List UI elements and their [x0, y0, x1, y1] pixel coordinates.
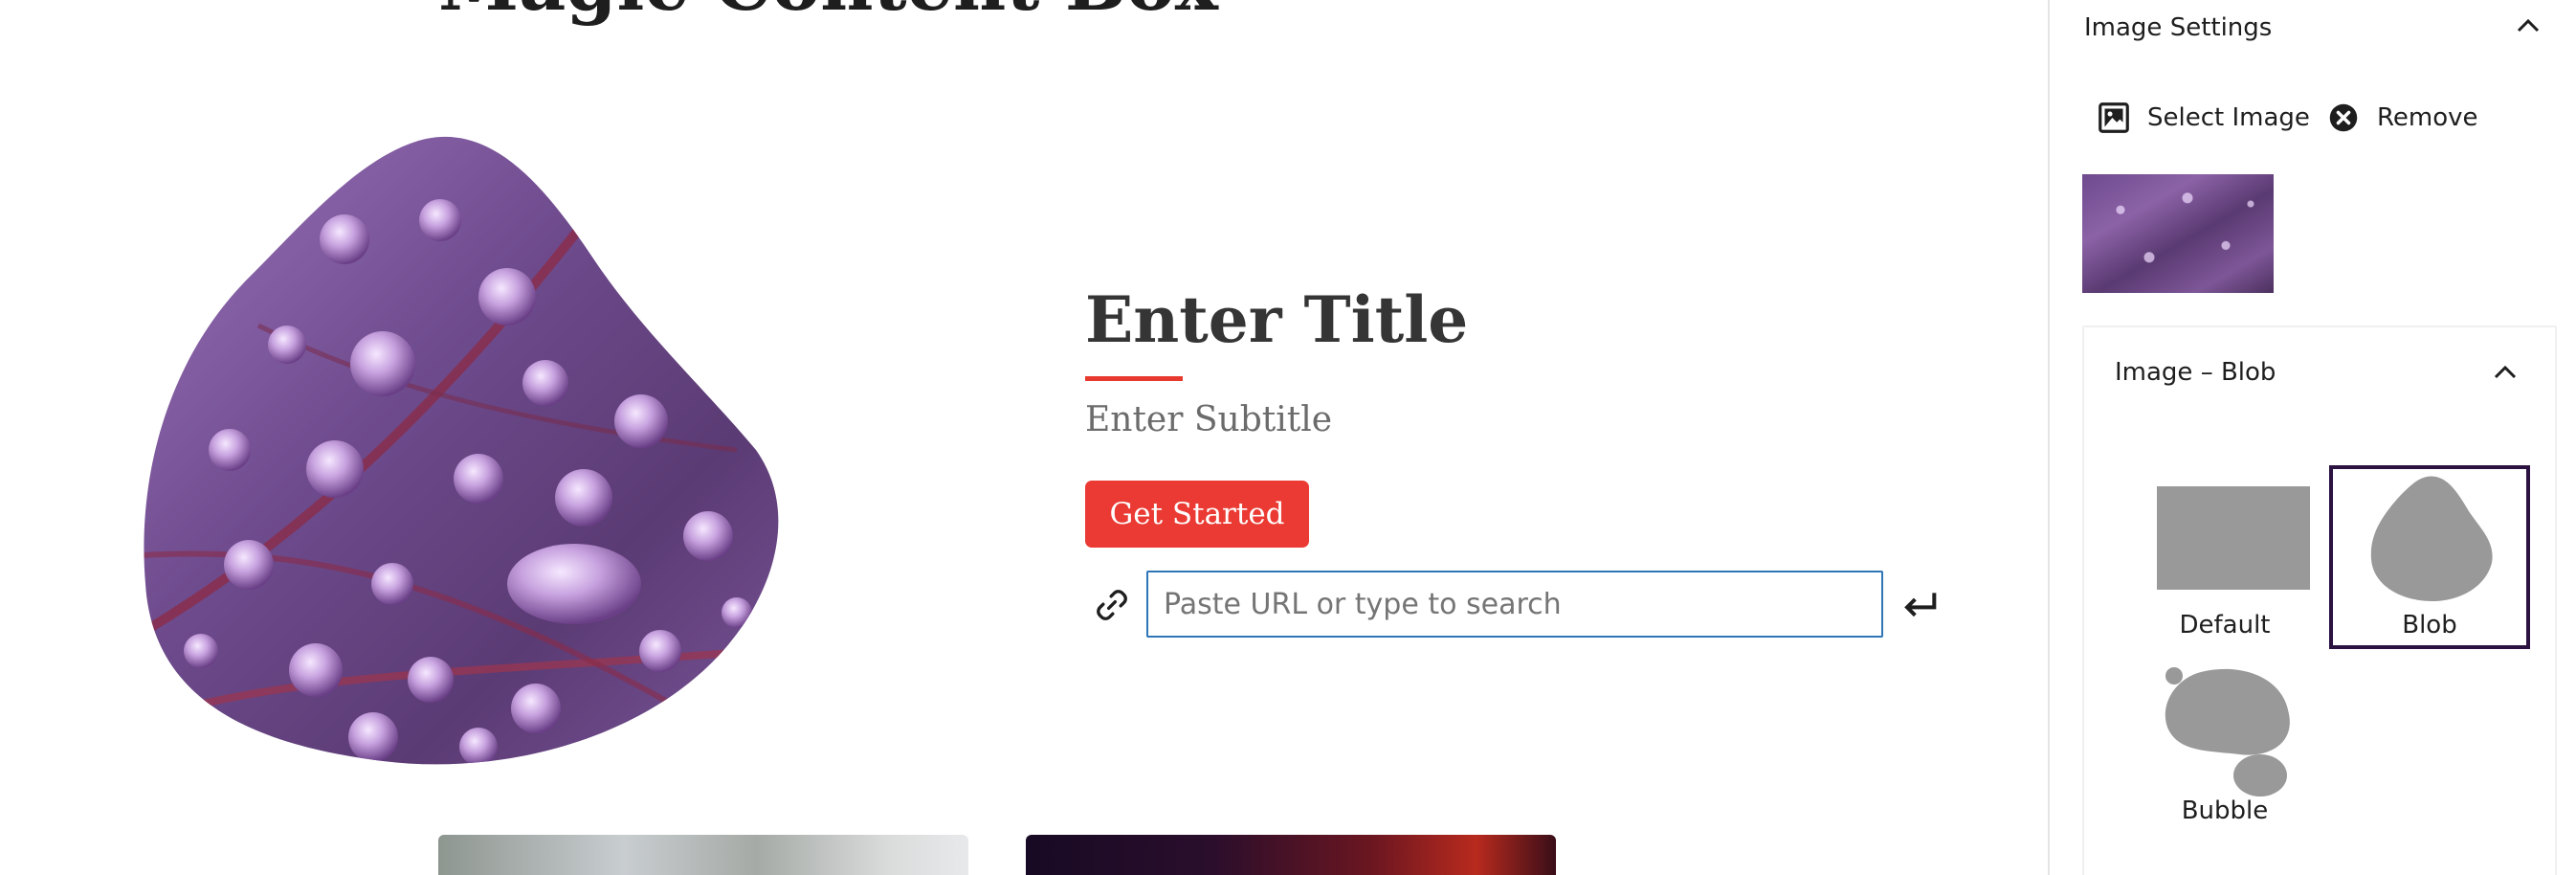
enter-icon[interactable] [1902, 588, 1941, 620]
style-option-blob[interactable]: Blob [2329, 465, 2530, 649]
image-icon [2099, 102, 2129, 133]
post-title[interactable]: Magic Content Box [438, 0, 1218, 21]
chevron-up-icon[interactable] [2515, 17, 2542, 34]
select-image-button[interactable]: Select Image [2096, 100, 2310, 136]
content-box-blob-image[interactable] [144, 134, 785, 770]
remove-image-button[interactable]: Remove [2325, 100, 2478, 136]
selected-image-preview[interactable] [2082, 174, 2274, 293]
default-shape-icon [2157, 486, 2310, 590]
get-started-button[interactable]: Get Started [1085, 481, 1309, 548]
gallery-image-street[interactable] [438, 835, 968, 875]
image-settings-header[interactable]: Image Settings [2050, 0, 2576, 56]
style-option-label: Default [2179, 611, 2271, 639]
title-underline-divider [1085, 376, 1183, 381]
block-editor: Magic Content Box [0, 0, 2576, 875]
blob-shape-icon [2370, 476, 2493, 601]
content-box-subtitle[interactable]: Enter Subtitle [1085, 400, 1332, 439]
gallery-image-red[interactable] [1026, 835, 1556, 875]
style-option-label: Bubble [2181, 796, 2269, 825]
bubble-shape-icon [2165, 667, 2290, 796]
url-search-input[interactable] [1146, 571, 1883, 638]
link-icon [1097, 590, 1127, 620]
remove-circle-icon [2329, 103, 2358, 132]
image-settings-title: Image Settings [2084, 13, 2273, 42]
style-option-bubble[interactable]: Bubble [2124, 661, 2325, 844]
style-option-label: Blob [2402, 611, 2457, 639]
chevron-up-icon[interactable] [2492, 364, 2519, 381]
select-image-label: Select Image [2147, 103, 2310, 132]
content-box-title[interactable]: Enter Title [1085, 285, 1468, 355]
remove-image-label: Remove [2377, 103, 2478, 132]
image-style-title[interactable]: Image – Blob [2115, 358, 2276, 387]
style-option-default[interactable]: Default [2124, 465, 2325, 649]
